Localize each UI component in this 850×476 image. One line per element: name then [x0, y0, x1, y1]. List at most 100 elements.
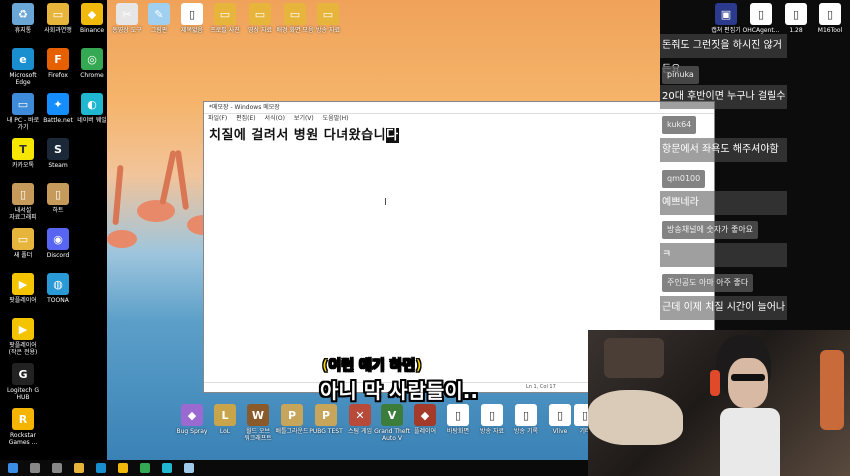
desktop-icon[interactable]: ◉ Discord [38, 228, 78, 259]
pubg-icon: P [315, 404, 337, 426]
video-tool-icon: ✂ [116, 3, 138, 25]
binance-icon[interactable] [118, 463, 128, 473]
flamingo-shape [107, 230, 137, 248]
face-shape [728, 358, 768, 408]
desktop-icon[interactable]: ▯ M16Tool [810, 3, 850, 34]
folder-icon: ▭ [284, 3, 306, 25]
notepad-menu-bar: 파일(F) 편집(E) 서식(O) 보기(V) 도움말(H) [204, 114, 714, 124]
rockstar-icon: R [12, 408, 34, 430]
desktop-icon[interactable]: ▭ 방송 자료 [308, 3, 348, 34]
desktop-icon-label: Rockstar Games ... [8, 432, 38, 446]
notepad-title-bar: *메모장 - Windows 메모장 [204, 102, 714, 114]
desktop-icon-label: 내서설 자료그래피 [9, 207, 37, 221]
pc-icon: ▭ [12, 93, 34, 115]
chrome-icon: ◎ [81, 48, 103, 70]
file-icon: ▯ [447, 404, 469, 426]
game-icon: ◆ [181, 404, 203, 426]
notepad-icon[interactable] [184, 463, 194, 473]
chat-username: 방송채널에 숫자가 좋아요 [662, 221, 759, 239]
flamingo-shape [159, 149, 177, 206]
desktop-icon-label: 프로필 사진 [210, 27, 240, 34]
edge-icon[interactable] [96, 463, 106, 473]
firefox-icon: F [47, 48, 69, 70]
desktop-icon[interactable]: ▣ 캡쳐 편집기 [706, 3, 746, 34]
toona-icon: ◍ [47, 273, 69, 295]
paint-icon: ✎ [148, 3, 170, 25]
ibeam-cursor-icon: I [384, 197, 387, 208]
folder-icon: ▭ [249, 3, 271, 25]
desktop-icon[interactable]: ◍ TOONA [38, 273, 78, 304]
menu-format[interactable]: 서식(O) [265, 115, 285, 122]
desktop-icon-label: 캡쳐 편집기 [711, 27, 741, 34]
file-icon: ▯ [47, 183, 69, 205]
desktop-icon[interactable]: T 카카오톡 [3, 138, 43, 169]
desktop-icon[interactable]: ▯ OHCAgent... [741, 3, 781, 34]
blanket-shape [588, 390, 683, 445]
notepad-text: 치질에 걸려서 병원 다녀왔습니 [209, 128, 387, 143]
desktop-icon[interactable]: S Steam [38, 138, 78, 169]
chat-message: ㅋ [660, 243, 787, 267]
desktop-icon[interactable]: ♻ 휴지통 [3, 3, 43, 34]
menu-view[interactable]: 보기(V) [294, 115, 314, 122]
desktop-icon[interactable]: ▭ 내 PC - 바로 가기 [3, 93, 43, 131]
recycle-bin-icon: ♻ [12, 3, 34, 25]
sunglasses-shape [731, 374, 765, 381]
logitech-icon: G [12, 363, 34, 385]
desktop-icon[interactable]: ▭ 영상 자료 [240, 3, 280, 34]
desktop-icon[interactable]: ▶ 팟플레이어 [3, 273, 43, 304]
whale-icon[interactable] [162, 463, 172, 473]
desktop-icon-label: 카카오톡 [11, 162, 35, 169]
file-icon: ▯ [181, 3, 203, 25]
desktop-icon[interactable]: ◐ 네이버 웨일 [72, 93, 112, 124]
menu-file[interactable]: 파일(F) [208, 115, 227, 122]
subtitle-line-2: 아니 막 사람들이.. [320, 379, 478, 403]
chat-message: 예쁘네라 [660, 191, 787, 215]
menu-help[interactable]: 도움말(H) [323, 115, 349, 122]
desktop-icon-label: Steam [48, 162, 68, 169]
file-icon: ▯ [785, 3, 807, 25]
binance-icon: ◆ [81, 3, 103, 25]
file-explorer-icon[interactable] [74, 463, 84, 473]
discord-icon: ◉ [47, 228, 69, 250]
desktop-icon[interactable]: ▯ 내서설 자료그래피 [3, 183, 43, 221]
desktop-icon-label: Binance [79, 27, 105, 34]
chat-username: qm0100 [662, 170, 706, 188]
light-shape [820, 350, 844, 430]
desktop-icon[interactable]: G Logitech G HUB [3, 363, 43, 401]
desktop-icon[interactable]: R Rockstar Games ... [3, 408, 43, 446]
desktop-icon[interactable]: ▯ 하트 [38, 183, 78, 214]
game-icon: ◆ [414, 404, 436, 426]
selected-character: 다 [386, 128, 399, 143]
desktop-icon-label: Microsoft Edge [9, 72, 37, 86]
shirt-shape [720, 408, 780, 476]
webcam-overlay [588, 330, 850, 476]
taskbar [0, 460, 588, 476]
desktop-icon[interactable]: ▭ 새 폴더 [3, 228, 43, 259]
folder-icon: ▭ [12, 228, 34, 250]
desktop-icon[interactable]: ▶ 팟플레이어 (작은 전용) [3, 318, 43, 356]
file-icon: ▯ [750, 3, 772, 25]
kakaotalk-icon: T [12, 138, 34, 160]
desktop-icon-label: 팟플레이어 (작은 전용) [8, 342, 38, 356]
file-icon: ▯ [12, 183, 34, 205]
menu-edit[interactable]: 편집(E) [236, 115, 256, 122]
chat-message: 돈줘도 그런짓을 하시진 않거든요 [660, 34, 787, 75]
desktop-icon[interactable]: e Microsoft Edge [3, 48, 43, 86]
flamingo-shape [112, 164, 124, 226]
desktop-icon-label: 휴지통 [14, 27, 32, 34]
cursor-position: Ln 1, Col 17 [526, 384, 556, 390]
desktop-icon-label: Logitech G HUB [6, 387, 40, 401]
notepad-text-area[interactable]: 치질에 걸려서 병원 다녀왔습니다 [209, 124, 399, 143]
search-icon[interactable] [30, 463, 40, 473]
potplayer-icon: ▶ [12, 318, 34, 340]
folder-icon: ▭ [317, 3, 339, 25]
desktop-icon[interactable]: ◎ Chrome [72, 48, 112, 79]
chrome-icon[interactable] [140, 463, 150, 473]
desktop-icon[interactable]: ◆ Binance [72, 3, 112, 34]
steam-icon: S [47, 138, 69, 160]
start-icon[interactable] [8, 463, 18, 473]
task-view-icon[interactable] [52, 463, 62, 473]
battlenet-icon: ✦ [47, 93, 69, 115]
flamingo-shape [137, 200, 175, 222]
desktop-icon[interactable]: ▭ 프로필 사진 [205, 3, 245, 34]
